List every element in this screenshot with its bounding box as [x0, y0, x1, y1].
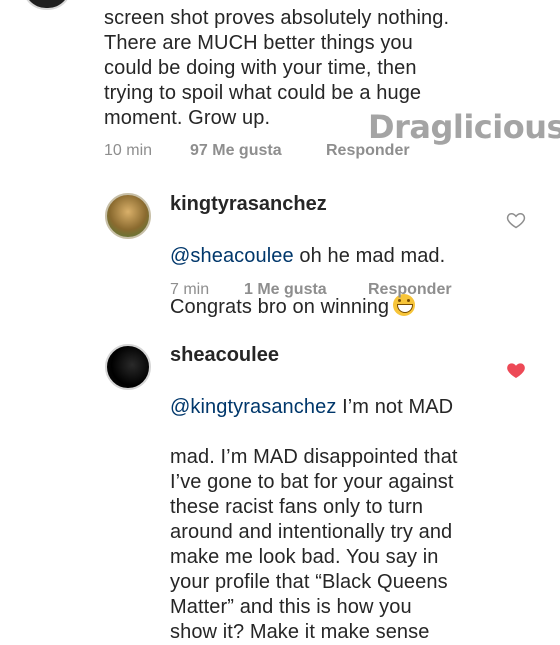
comment-top-meta: 10 min 97 Me gusta Responder — [104, 142, 410, 160]
comment-2-text: @kingtyrasanchez I’m not MAD mad. I’m MA… — [170, 370, 510, 645]
comment-2-username[interactable]: sheacoulee — [170, 344, 279, 367]
comment-top-time: 10 min — [104, 142, 153, 159]
comment-1-text-line1: oh he mad mad. — [293, 245, 446, 267]
heart-filled-icon[interactable] — [506, 360, 526, 380]
comment-2-text-line1: I’m not MAD — [336, 396, 454, 418]
comment-1-text-line2: Congrats bro on winning — [170, 296, 390, 318]
comment-1-meta: 7 min 1 Me gusta Responder — [170, 281, 452, 299]
comment-2-mention[interactable]: @kingtyrasanchez — [170, 396, 336, 418]
comment-top-likes[interactable]: 97 Me gusta — [190, 142, 326, 160]
comment-1-likes[interactable]: 1 Me gusta — [244, 281, 368, 299]
comment-1-text: @sheacoulee oh he mad mad. Congrats bro … — [170, 219, 500, 320]
comment-1-time: 7 min — [170, 281, 210, 298]
heart-outline-icon[interactable] — [506, 210, 526, 230]
comment-1-mention[interactable]: @sheacoulee — [170, 245, 294, 267]
comment-1-username[interactable]: kingtyrasanchez — [170, 193, 327, 216]
comment-1-reply-button[interactable]: Responder — [368, 281, 452, 299]
draglicious-watermark: Draglicious — [368, 108, 560, 146]
avatar[interactable] — [105, 193, 151, 239]
avatar[interactable] — [105, 344, 151, 390]
comment-2-text-rest: mad. I’m MAD disappointed that I’ve gone… — [170, 446, 458, 643]
previous-commenter-avatar[interactable] — [22, 0, 72, 10]
